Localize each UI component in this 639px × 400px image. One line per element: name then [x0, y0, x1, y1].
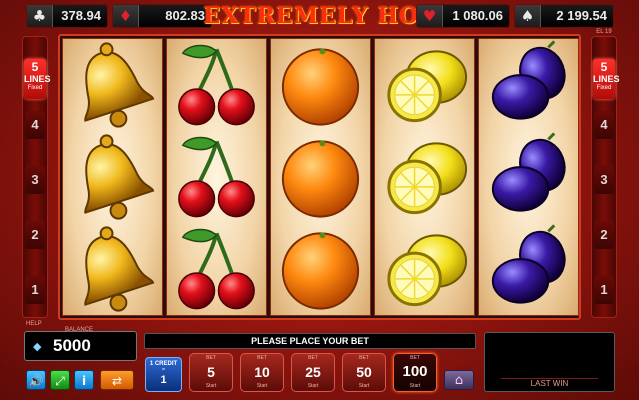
credit-denomination-button[interactable]: 1 CREDIT = 1	[145, 357, 182, 392]
line-number-2[interactable]: 2	[25, 221, 45, 249]
bet-top-label: BET	[206, 355, 216, 361]
bet-top-label: BET	[257, 355, 267, 361]
bet-value: 100	[402, 363, 428, 380]
autoplay-icon[interactable]: ⇄	[100, 370, 134, 390]
line-number-2[interactable]: 2	[594, 221, 614, 249]
jackpot-amount: 2 199.54	[556, 8, 607, 23]
jackpot-amount: 1 080.06	[452, 8, 503, 23]
orange-symbol	[271, 39, 370, 131]
reel-3	[270, 38, 371, 316]
lines-panel-right: EL 19 5 LINES Fixed 4 3 2 1	[591, 29, 620, 318]
bet-value: 10	[254, 364, 270, 380]
jackpot-hearts: ♥ 1 080.06	[416, 4, 510, 28]
hearts-icon: ♥	[417, 5, 443, 27]
lemon-symbol	[375, 223, 474, 315]
lines-panel-left: 5 LINES Fixed 4 3 2 1	[22, 36, 51, 318]
lines-count: 5	[31, 60, 39, 74]
lines-badge: 5 LINES Fixed	[24, 59, 51, 99]
bet-value: 5	[207, 364, 215, 380]
credit-equals: =	[161, 367, 166, 373]
bet-start-label: Start	[256, 383, 268, 389]
sound-icon[interactable]: 🔊	[26, 370, 46, 390]
cherry-symbol	[167, 223, 266, 315]
jackpot-amount: 802.83	[165, 8, 205, 23]
bet-value: 25	[305, 364, 321, 380]
status-message: PLEASE PLACE YOUR BET	[144, 333, 476, 349]
bet-top-label: BET	[308, 355, 318, 361]
diamonds-icon: ♦	[113, 5, 139, 27]
lines-count: 5	[600, 60, 608, 74]
cherry-symbol	[167, 131, 266, 223]
jackpot-bar: ♣ 378.94 ♦ 802.83 EXTREMELY HOT ♥ 1 080.…	[0, 0, 639, 32]
plum-symbol	[479, 39, 578, 131]
last-win-box: LAST WIN	[484, 332, 615, 392]
bet-button-5[interactable]: BET 5 Start	[189, 353, 233, 392]
help-label[interactable]: HELP	[26, 321, 42, 327]
info-icon[interactable]: i	[74, 370, 94, 390]
lines-label: LINES	[24, 74, 51, 84]
bet-button-10[interactable]: BET 10 Start	[240, 353, 284, 392]
clubs-icon: ♣	[27, 5, 53, 27]
balance-box: ◆ 5000	[24, 331, 137, 361]
fullscreen-icon[interactable]: ⤢	[50, 370, 70, 390]
line-number-1[interactable]: 1	[25, 276, 45, 304]
reel-1	[62, 38, 163, 316]
lemon-symbol	[375, 131, 474, 223]
line-number-4[interactable]: 4	[594, 111, 614, 139]
bet-start-label: Start	[307, 383, 319, 389]
line-number-3[interactable]: 3	[594, 166, 614, 194]
last-win-label: LAST WIN	[501, 378, 598, 388]
jackpot-diamonds: ♦ 802.83	[112, 4, 212, 28]
plum-symbol	[479, 223, 578, 315]
cherry-symbol	[167, 39, 266, 131]
bet-button-100[interactable]: BET 100 Start	[393, 353, 437, 392]
lines-fixed-label: Fixed	[596, 85, 612, 91]
spades-icon: ♠	[515, 5, 541, 27]
jackpot-clubs: ♣ 378.94	[26, 4, 108, 28]
jackpot-spades: ♠ 2 199.54	[514, 4, 614, 28]
home-icon[interactable]: ⌂	[444, 370, 474, 390]
panel-code: EL 19	[596, 29, 612, 35]
lines-label: LINES	[593, 74, 620, 84]
bet-value: 50	[356, 364, 372, 380]
line-number-1[interactable]: 1	[594, 276, 614, 304]
bet-top-label: BET	[359, 355, 369, 361]
bet-start-label: Start	[205, 383, 217, 389]
orange-symbol	[271, 223, 370, 315]
game-title: EXTREMELY HOT	[203, 3, 437, 29]
reels-area	[58, 34, 581, 320]
bell-symbol	[63, 39, 162, 131]
balance-value: 5000	[53, 336, 91, 355]
bell-symbol	[63, 131, 162, 223]
bell-symbol	[63, 223, 162, 315]
reel-4	[374, 38, 475, 316]
bet-start-label: Start	[409, 383, 421, 389]
bet-start-label: Start	[358, 383, 370, 389]
lines-fixed-label: Fixed	[27, 85, 43, 91]
bet-top-label: BET	[410, 355, 420, 361]
line-number-3[interactable]: 3	[25, 166, 45, 194]
reel-2	[166, 38, 267, 316]
diamond-icon: ◆	[33, 341, 42, 353]
lines-badge: 5 LINES Fixed	[593, 59, 620, 99]
plum-symbol	[479, 131, 578, 223]
line-number-4[interactable]: 4	[25, 111, 45, 139]
reel-5	[478, 38, 579, 316]
bet-button-25[interactable]: BET 25 Start	[291, 353, 335, 392]
orange-symbol	[271, 131, 370, 223]
jackpot-amount: 378.94	[61, 8, 101, 23]
credit-value: 1	[160, 374, 167, 386]
bet-button-50[interactable]: BET 50 Start	[342, 353, 386, 392]
lemon-symbol	[375, 39, 474, 131]
